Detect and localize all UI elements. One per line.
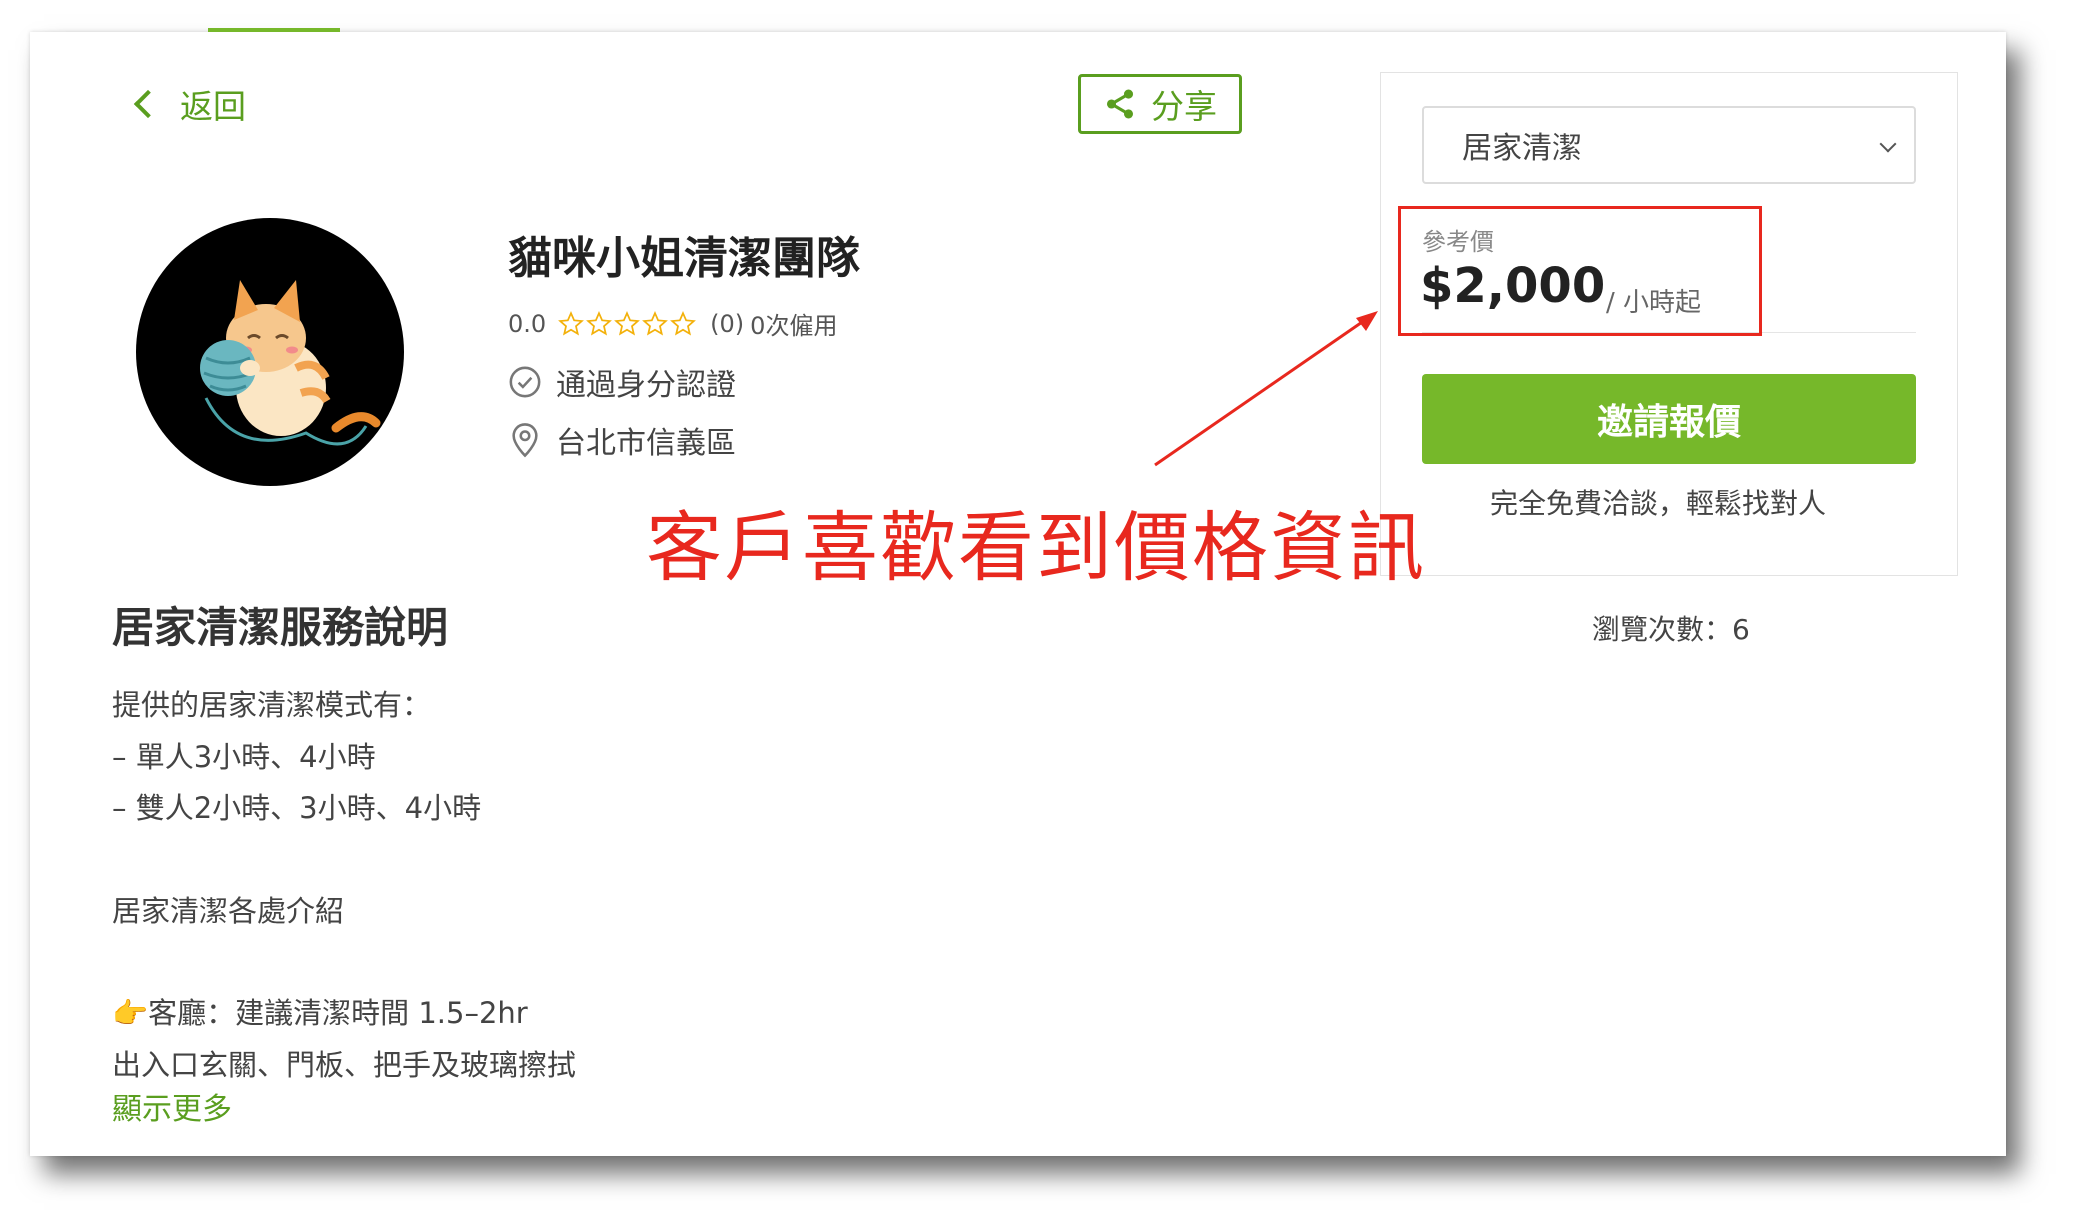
annotation-text: 客戶喜歡看到價格資訊 — [646, 503, 1426, 592]
annotation-arrow — [1154, 311, 1378, 467]
